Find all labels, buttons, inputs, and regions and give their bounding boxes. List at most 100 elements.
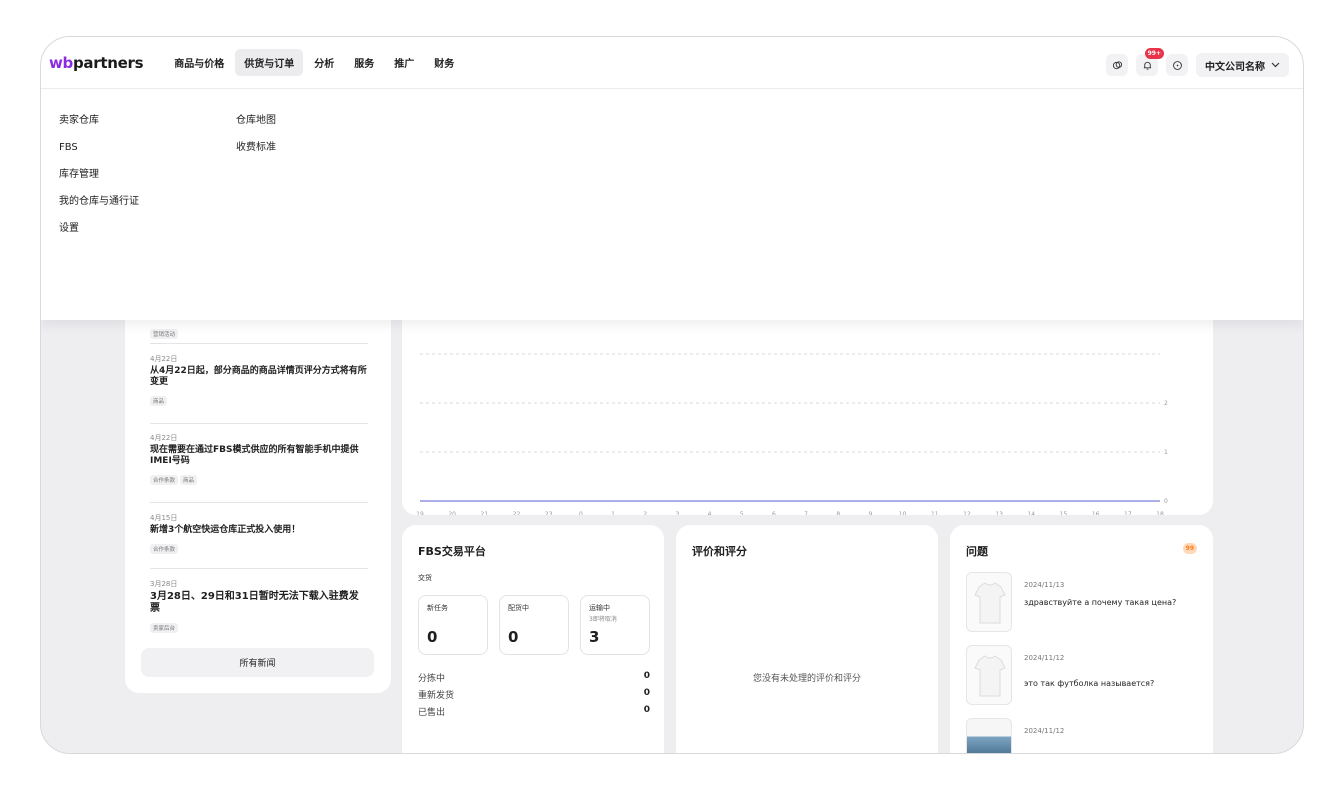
product-thumbnail [966, 645, 1012, 705]
status-row[interactable]: 重新发货 0 [418, 688, 650, 701]
x-tick-label: 16 [1092, 511, 1100, 515]
x-tick-label: 10 [899, 511, 907, 515]
all-news-button[interactable]: 所有新闻 [141, 648, 374, 677]
row-label: 分拣中 [418, 674, 446, 684]
support-button[interactable] [1166, 54, 1188, 76]
chat-icon [1112, 60, 1122, 69]
y-tick-label: 2 [1164, 400, 1168, 407]
question-text: здравствуйте а почему такая цена? [1024, 598, 1177, 607]
reviews-card: 评价和评分 您没有未处理的评价和评分 [676, 525, 938, 753]
dropdown-item[interactable]: 仓库地图 [236, 115, 276, 142]
divider [150, 343, 368, 344]
stat-value: 3 [589, 628, 600, 646]
x-tick-label: 22 [513, 511, 521, 515]
y-tick-label: 1 [1164, 449, 1168, 456]
question-date: 2024/11/12 [1024, 727, 1065, 735]
stat-label: 配货中 [508, 604, 529, 612]
divider [150, 502, 368, 503]
news-item[interactable]: 3月28日 3月28日、29日和31日暂时无法下载入驻费发票 卖家后台 [150, 579, 368, 634]
x-tick-label: 8 [836, 511, 840, 515]
fbs-card: FBS交易平台 交货 新任务 0 配货中 0 运输中 3即将取消 3 分拣中 0 … [402, 525, 664, 753]
chevron-down-icon [1271, 62, 1280, 68]
x-tick-label: 9 [869, 511, 873, 515]
row-label: 重新发货 [418, 691, 455, 701]
y-tick-label: 0 [1164, 498, 1168, 505]
reviews-title: 评价和评分 [692, 545, 747, 558]
news-tag: 卖家后台 [150, 623, 179, 633]
dropdown-item[interactable]: 设置 [59, 223, 139, 250]
product-thumbnail [966, 572, 1012, 632]
bell-icon [1143, 61, 1151, 70]
fbs-title: FBS交易平台 [418, 545, 486, 558]
x-tick-label: 13 [995, 511, 1003, 515]
news-tag: 营销活动 [150, 329, 179, 339]
product-thumbnail [966, 718, 1012, 753]
row-value: 0 [643, 671, 650, 681]
news-tag: 合作条款 [150, 544, 179, 554]
x-tick-label: 14 [1027, 511, 1035, 515]
x-tick-label: 12 [963, 511, 971, 515]
dropdown-item[interactable]: 收费标准 [236, 142, 276, 169]
row-label: 已售出 [418, 708, 446, 718]
app-window: wbpartners 商品与价格 供货与订单 分析 服务 推广 财务 99+ 中文公司名称… [40, 36, 1304, 754]
question-item[interactable]: 2024/11/12 [966, 718, 1196, 753]
dropdown-item[interactable]: FBS [59, 142, 139, 169]
status-row[interactable]: 分拣中 0 [418, 671, 650, 684]
nav-item[interactable]: 财务 [425, 49, 463, 76]
company-name: 中文公司名称 [1205, 61, 1265, 73]
x-tick-label: 15 [1060, 511, 1068, 515]
row-value: 0 [643, 688, 650, 698]
notifications-button[interactable]: 99+ [1136, 48, 1164, 76]
news-date: 3月28日 [150, 580, 178, 588]
dropdown-column-right: 仓库地图 收费标准 [236, 115, 276, 169]
stat-value: 0 [508, 628, 519, 646]
main-nav: 商品与价格 供货与订单 分析 服务 推广 财务 [165, 49, 465, 76]
company-selector[interactable]: 中文公司名称 [1196, 53, 1289, 77]
tshirt-icon [974, 655, 1006, 697]
dropdown-item[interactable]: 库存管理 [59, 169, 139, 196]
news-title: 新增3个航空快运仓库正式投入使用！ [150, 525, 301, 535]
divider [150, 423, 368, 424]
nav-item[interactable]: 服务 [345, 49, 383, 76]
news-item[interactable]: 4月22日 现在需要在通过FBS模式供应的所有智能手机中提供IMEI号码 合作条… [150, 433, 368, 486]
x-tick-label: 20 [448, 511, 456, 515]
status-row[interactable]: 已售出 0 [418, 705, 650, 718]
stat-new-tasks[interactable]: 新任务 0 [418, 595, 488, 655]
news-title: 现在需要在通过FBS模式供应的所有智能手机中提供IMEI号码 [150, 445, 359, 466]
x-tick-label: 4 [708, 511, 712, 515]
dropdown-item[interactable]: 卖家仓库 [59, 115, 139, 142]
nav-item[interactable]: 供货与订单 [235, 49, 304, 76]
news-tag: 商品 [180, 475, 198, 485]
nav-item[interactable]: 商品与价格 [165, 49, 233, 76]
nav-item[interactable]: 推广 [385, 49, 423, 76]
dropdown-item[interactable]: 我的仓库与通行证 [59, 196, 139, 223]
news-item[interactable]: 4月22日 从4月22日起，部分商品的商品详情页评分方式将有所变更 商品 [150, 354, 368, 407]
x-tick-label: 21 [481, 511, 489, 515]
x-tick-label: 11 [931, 511, 939, 515]
help-icon [1172, 60, 1182, 70]
row-value: 0 [643, 705, 650, 715]
question-item[interactable]: 2024/11/12 это так футболка называется? [966, 645, 1196, 705]
x-tick-label: 19 [416, 511, 424, 515]
stat-assembling[interactable]: 配货中 0 [499, 595, 569, 655]
delivery-label: 交货 [418, 574, 432, 582]
news-item[interactable]: 营销活动 [150, 321, 368, 340]
stat-in-transit[interactable]: 运输中 3即将取消 3 [580, 595, 650, 655]
question-item[interactable]: 2024/11/13 здравствуйте а почему такая ц… [966, 572, 1196, 632]
x-tick-label: 7 [804, 511, 808, 515]
top-header: wbpartners 商品与价格 供货与订单 分析 服务 推广 财务 99+ 中文公司名称 [41, 37, 1303, 89]
news-title: 从4月22日起，部分商品的商品详情页评分方式将有所变更 [150, 366, 367, 387]
news-tag: 商品 [150, 396, 168, 406]
stat-sublabel: 3即将取消 [589, 616, 617, 623]
x-tick-label: 17 [1124, 511, 1132, 515]
dropdown-column-left: 卖家仓库 FBS 库存管理 我的仓库与通行证 设置 [59, 115, 139, 250]
chat-button[interactable] [1106, 54, 1128, 76]
wbpartners-logo[interactable]: wbpartners [49, 54, 144, 72]
question-date: 2024/11/12 [1024, 654, 1065, 662]
questions-count-badge: 99 [1182, 543, 1197, 554]
nav-item[interactable]: 分析 [305, 49, 343, 76]
news-date: 4月15日 [150, 514, 178, 522]
news-item[interactable]: 4月15日 新增3个航空快运仓库正式投入使用！ 合作条款 [150, 513, 368, 555]
news-date: 4月22日 [150, 355, 178, 363]
x-tick-label: 5 [740, 511, 744, 515]
